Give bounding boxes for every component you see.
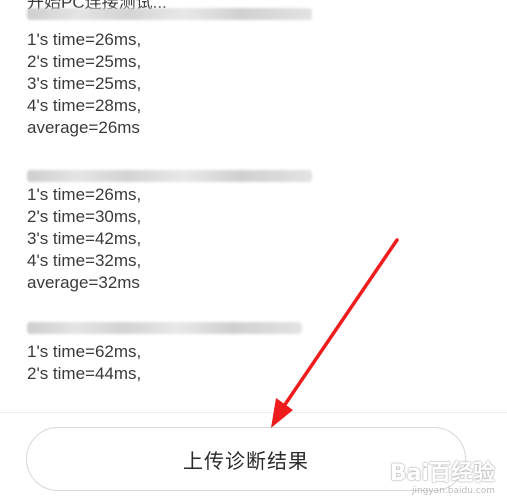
divider xyxy=(0,412,507,413)
log-line: 4's time=32ms, xyxy=(27,251,142,270)
log-line: 3's time=42ms, xyxy=(27,229,142,248)
log-line: 4's time=28ms, xyxy=(27,96,142,115)
watermark: Bai百经验 jingyan.baidu.com xyxy=(389,461,495,497)
redacted-line xyxy=(27,322,302,334)
log-line: average=32ms xyxy=(27,273,140,292)
log-line: 1's time=62ms, xyxy=(27,342,142,361)
log-line: 2's time=30ms, xyxy=(27,207,142,226)
log-line: 1's time=26ms, xyxy=(27,30,142,49)
log-line: average=26ms xyxy=(27,118,140,137)
upload-diagnosis-label: 上传诊断结果 xyxy=(183,448,309,473)
redacted-line xyxy=(27,170,312,182)
diagnostic-log: 开始PC连接测试... 1's time=26ms, 2's time=25ms… xyxy=(0,0,507,412)
watermark-url: jingyan.baidu.com xyxy=(411,486,495,496)
log-line: 3's time=25ms, xyxy=(27,74,142,93)
log-line: 2's time=44ms, xyxy=(27,364,142,383)
log-line: 1's time=26ms, xyxy=(27,185,142,204)
watermark-brand: Bai百经验 xyxy=(389,461,495,486)
redacted-line xyxy=(27,8,312,20)
log-line: 2's time=25ms, xyxy=(27,52,142,71)
